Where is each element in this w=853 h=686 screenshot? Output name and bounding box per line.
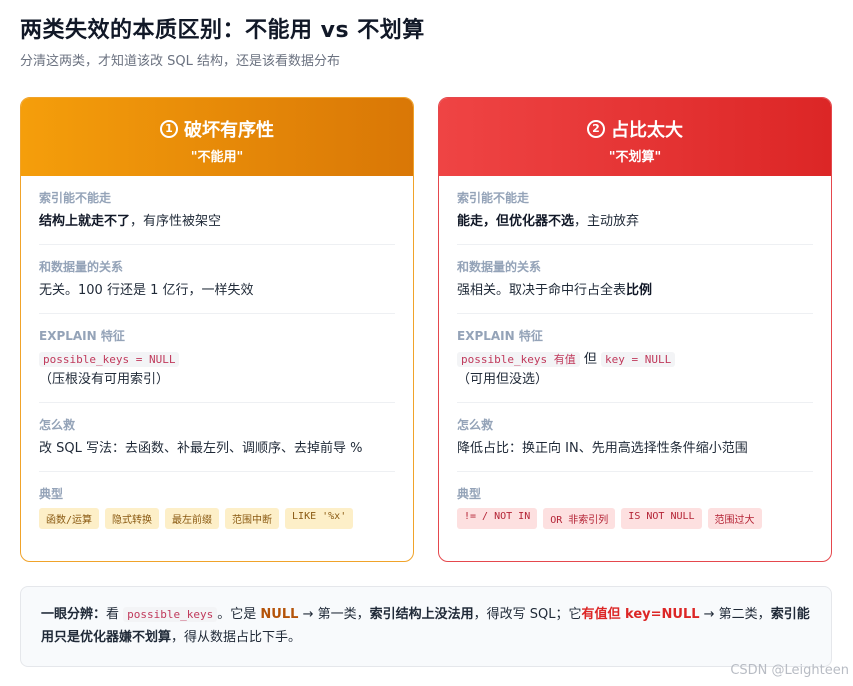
page-subtitle: 分清这两类，才知道该改 SQL 结构，还是该看数据分布: [20, 54, 340, 69]
section-value: ，主动放弃: [574, 214, 640, 229]
note-text: → 第二类，: [703, 607, 771, 622]
note-text: 。它是: [217, 607, 257, 622]
section-value: 降低占比：换正向 IN、先用高选择性条件缩小范围: [457, 441, 748, 456]
code-snippet: possible_keys = NULL: [39, 352, 180, 367]
section-value: ，有序性被架空: [130, 214, 222, 229]
section-label: 怎么救: [39, 418, 76, 432]
note-lead: 一眼分辨：: [41, 607, 107, 622]
card-title: 破坏有序性: [184, 120, 274, 141]
circled-number-1-icon: 1: [160, 120, 178, 138]
section-typical: 典型 != / NOT IN OR 非索引列 IS NOT NULL 范围过大: [457, 472, 813, 541]
section-fix: 怎么救 降低占比：换正向 IN、先用高选择性条件缩小范围: [457, 403, 813, 472]
section-can-use-index: 索引能不能走 结构上就走不了，有序性被架空: [39, 176, 395, 245]
card-subtitle: "不划算": [608, 150, 662, 165]
null-highlight: NULL: [260, 607, 299, 622]
tag-list: 函数/运算 隐式转换 最左前缀 范围中断 LIKE '%x': [39, 508, 395, 529]
tag: 最左前缀: [165, 508, 220, 529]
card-ratio-too-large: 2 占比太大 "不划算" 索引能不能走 能走，但优化器不选，主动放弃 和数据量的…: [438, 97, 832, 562]
card-title: 占比太大: [611, 120, 683, 141]
tag: IS NOT NULL: [621, 508, 702, 529]
section-value: 强相关。取决于命中行占全表: [457, 283, 627, 298]
code-snippet: possible_keys: [461, 353, 548, 366]
section-label: 索引能不能走: [457, 191, 530, 205]
tag: OR 非索引列: [543, 508, 616, 529]
tag: != / NOT IN: [457, 508, 538, 529]
section-value-bold: 能走，但优化器不选: [457, 214, 575, 229]
note-text: 看: [106, 607, 120, 622]
card-header: 1 破坏有序性 "不能用": [21, 98, 413, 176]
section-label: EXPLAIN 特征: [39, 329, 125, 343]
section-explain: EXPLAIN 特征 possible_keys = NULL （压根没有可用索…: [39, 314, 395, 403]
key-null-highlight: 有值但 key=NULL: [581, 607, 700, 622]
watermark: CSDN @Leighteen: [730, 663, 849, 678]
section-data-volume: 和数据量的关系 无关。100 行还是 1 亿行，一样失效: [39, 245, 395, 314]
section-label: 怎么救: [457, 418, 494, 432]
card-subtitle: "不能用": [190, 150, 244, 165]
note-bold: 索引结构上没法用: [369, 607, 474, 622]
tag-list: != / NOT IN OR 非索引列 IS NOT NULL 范围过大: [457, 508, 813, 529]
section-data-volume: 和数据量的关系 强相关。取决于命中行占全表比例: [457, 245, 813, 314]
note-text: ，得改写 SQL；它: [473, 607, 582, 622]
section-value: 无关。100 行还是 1 亿行，一样失效: [39, 283, 254, 298]
note-text: → 第一类，: [302, 607, 370, 622]
connector-text: 但: [583, 352, 597, 367]
section-typical: 典型 函数/运算 隐式转换 最左前缀 范围中断 LIKE '%x': [39, 472, 395, 541]
section-explain: EXPLAIN 特征 possible_keys 有值 但 key = NULL…: [457, 314, 813, 403]
section-fix: 怎么救 改 SQL 写法：去函数、补最左列、调顺序、去掉前导 %: [39, 403, 395, 472]
circled-number-2-icon: 2: [587, 120, 605, 138]
section-label: EXPLAIN 特征: [457, 329, 543, 343]
section-value: （压根没有可用索引）: [39, 372, 170, 387]
code-snippet: possible_keys: [123, 607, 218, 622]
summary-note: 一眼分辨：看 possible_keys 。它是 NULL → 第一类，索引结构上…: [20, 586, 832, 667]
card-header: 2 占比太大 "不划算": [439, 98, 831, 176]
code-snippet: key = NULL: [601, 352, 676, 367]
section-label: 和数据量的关系: [457, 260, 542, 274]
tag: LIKE '%x': [285, 508, 354, 529]
section-can-use-index: 索引能不能走 能走，但优化器不选，主动放弃: [457, 176, 813, 245]
tag: 隐式转换: [105, 508, 160, 529]
section-value: 改 SQL 写法：去函数、补最左列、调顺序、去掉前导 %: [39, 441, 363, 456]
section-label: 索引能不能走: [39, 191, 112, 205]
section-value: （可用但没选）: [457, 372, 549, 387]
page-title: 两类失效的本质区别：不能用 vs 不划算: [20, 18, 425, 43]
card-broken-order: 1 破坏有序性 "不能用" 索引能不能走 结构上就走不了，有序性被架空 和数据量…: [20, 97, 414, 562]
section-value-bold: 结构上就走不了: [39, 214, 131, 229]
highlight-text: 有值: [553, 353, 576, 366]
section-label: 和数据量的关系: [39, 260, 124, 274]
tag: 范围中断: [225, 508, 280, 529]
note-text: ，得从数据占比下手。: [171, 630, 302, 645]
section-value-bold: 比例: [626, 283, 653, 298]
tag: 范围过大: [707, 508, 762, 529]
tag: 函数/运算: [39, 508, 100, 529]
section-label: 典型: [457, 487, 482, 501]
section-label: 典型: [39, 487, 64, 501]
